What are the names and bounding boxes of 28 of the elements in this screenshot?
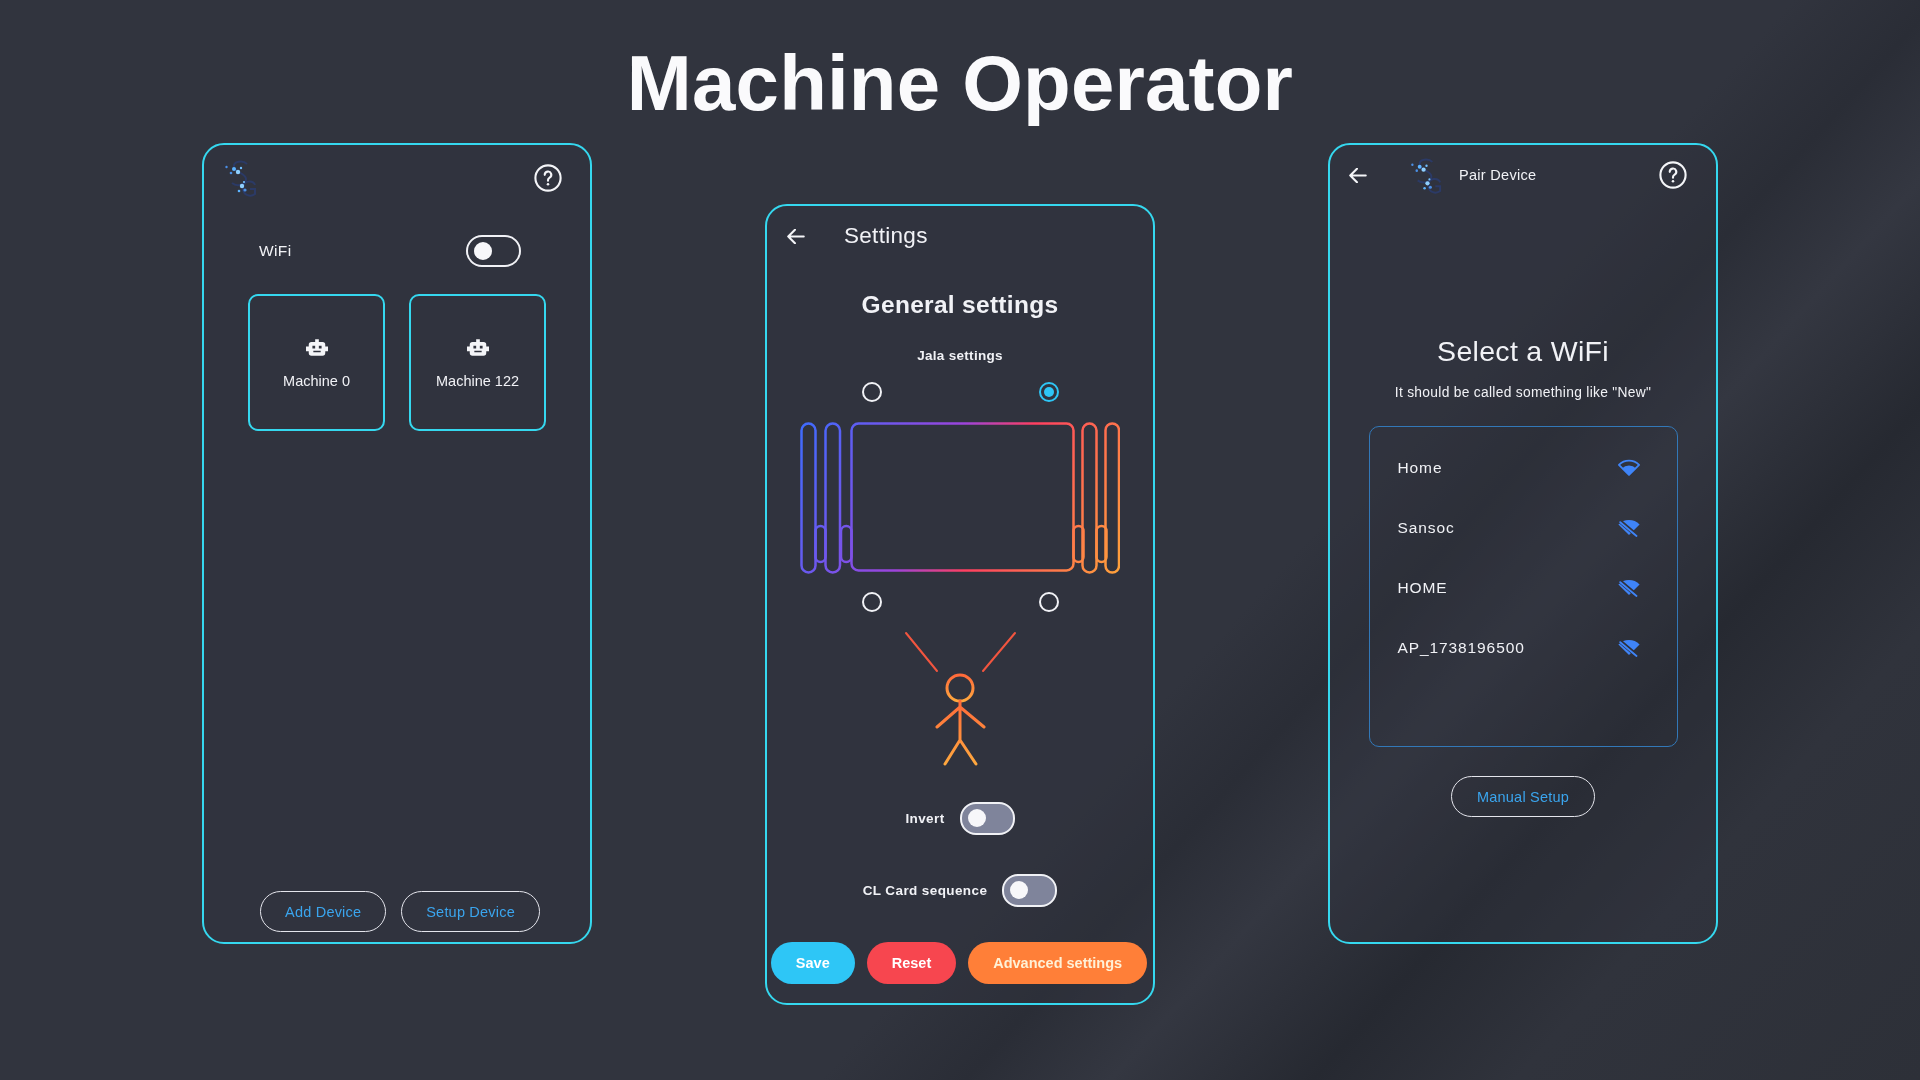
toggle-switch[interactable]: [1002, 874, 1058, 907]
section-heading: General settings: [860, 290, 1060, 320]
machine-card[interactable]: Machine 0: [248, 294, 385, 431]
network-item[interactable]: Home: [1369, 438, 1677, 498]
action-button[interactable]: Reset: [866, 942, 957, 984]
network-item[interactable]: HOME: [1369, 558, 1677, 618]
robot-icon: [305, 338, 328, 356]
help-icon[interactable]: [534, 164, 562, 192]
toggle-label: CL Card sequence: [862, 883, 988, 898]
help-icon[interactable]: [1659, 161, 1687, 189]
toggle-switch[interactable]: [959, 802, 1015, 835]
toggle-label: Invert: [905, 811, 945, 826]
subsection-label: Jala settings: [916, 347, 1004, 365]
network-item[interactable]: Sansoc: [1369, 498, 1677, 558]
screen-title: Pair Device: [1459, 167, 1538, 183]
sparkle-logo-icon: [225, 159, 257, 197]
machine-card[interactable]: Machine 122: [409, 294, 546, 431]
robot-icon: [466, 338, 489, 356]
hint-text: It should be called something like "New": [1393, 384, 1653, 402]
network-item[interactable]: AP_1738196500: [1369, 618, 1677, 678]
radio-button[interactable]: [1038, 382, 1059, 402]
screen-title: Settings: [844, 223, 928, 249]
section-heading: Select a WiFi: [1436, 334, 1610, 368]
sparkle-logo-icon: [1410, 156, 1443, 194]
toggle-switch[interactable]: [466, 235, 521, 267]
back-arrow-icon[interactable]: [787, 228, 805, 244]
back-arrow-icon[interactable]: [1349, 167, 1367, 183]
wifi-label: WiFi: [259, 242, 292, 260]
